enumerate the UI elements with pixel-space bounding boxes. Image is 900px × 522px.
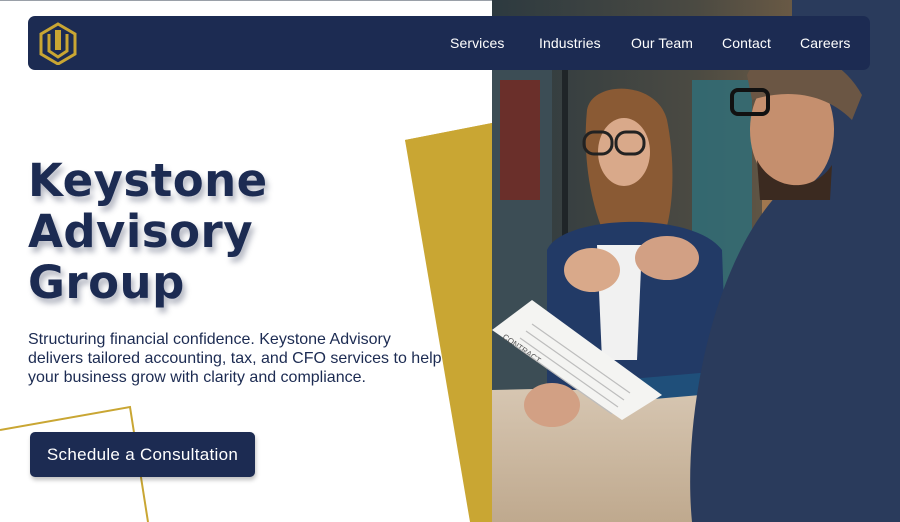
hero-description: Structuring financial confidence. Keysto… <box>28 331 442 386</box>
nav-industries[interactable]: Industries <box>539 35 601 51</box>
top-navbar: Services Industries Our Team Contact Car… <box>28 16 870 70</box>
hero-title-line-2: Advisory <box>28 205 254 258</box>
nav-our-team[interactable]: Our Team <box>631 35 693 51</box>
nav-contact[interactable]: Contact <box>722 35 771 51</box>
top-rule <box>0 0 492 1</box>
hero-title-line-1: Keystone <box>28 154 268 207</box>
hero-photo: CONTRACT <box>492 0 900 522</box>
schedule-consultation-button[interactable]: Schedule a Consultation <box>30 432 255 477</box>
hero-title: Keystone Advisory Group <box>28 155 428 308</box>
keystone-shield-logo-icon[interactable] <box>36 21 80 66</box>
hero-title-line-3: Group <box>28 256 185 309</box>
nav-careers[interactable]: Careers <box>800 35 851 51</box>
nav-services[interactable]: Services <box>450 35 504 51</box>
